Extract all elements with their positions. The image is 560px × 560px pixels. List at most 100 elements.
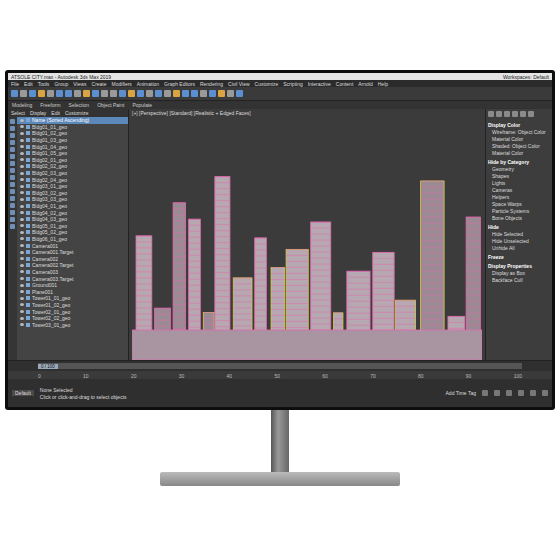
panel-option[interactable]: Shaded: Object Color bbox=[488, 143, 550, 149]
layer-field[interactable]: Default bbox=[12, 390, 34, 396]
object-row[interactable]: Camera001.Target bbox=[17, 249, 128, 256]
tool-icon[interactable] bbox=[65, 90, 72, 97]
object-row[interactable]: Bldg04_02_geo bbox=[17, 209, 128, 216]
object-row[interactable]: Tower02_01_geo bbox=[17, 308, 128, 315]
panel-option[interactable]: Helpers bbox=[488, 194, 550, 200]
visibility-icon[interactable] bbox=[20, 264, 24, 267]
tool-icon[interactable] bbox=[56, 90, 63, 97]
panel-option[interactable]: Cameras bbox=[488, 187, 550, 193]
workspace-label[interactable]: Workspaces: Default bbox=[503, 74, 549, 80]
panel-option[interactable]: Geometry bbox=[488, 166, 550, 172]
playback-icon[interactable] bbox=[506, 390, 512, 396]
filter-icon[interactable] bbox=[10, 147, 15, 152]
tool-icon[interactable] bbox=[83, 90, 90, 97]
playback-icon[interactable] bbox=[494, 390, 500, 396]
viewport-canvas[interactable] bbox=[129, 117, 485, 360]
menu-item[interactable]: Content bbox=[336, 81, 354, 87]
tool-icon[interactable] bbox=[164, 90, 171, 97]
visibility-icon[interactable] bbox=[20, 139, 24, 142]
object-row[interactable]: Tower01_01_geo bbox=[17, 295, 128, 302]
panel-tab-icon[interactable] bbox=[496, 111, 502, 117]
menu-item[interactable]: Edit bbox=[24, 81, 33, 87]
menu-item[interactable]: File bbox=[11, 81, 19, 87]
object-row[interactable]: Tower01_02_geo bbox=[17, 302, 128, 309]
playback-icon[interactable] bbox=[518, 390, 524, 396]
visibility-icon[interactable] bbox=[20, 237, 24, 240]
tool-icon[interactable] bbox=[47, 90, 54, 97]
tool-icon[interactable] bbox=[128, 90, 135, 97]
tool-icon[interactable] bbox=[227, 90, 234, 97]
object-row[interactable]: Bldg05_02_geo bbox=[17, 229, 128, 236]
tool-icon[interactable] bbox=[11, 90, 18, 97]
object-row[interactable]: Bldg04_01_geo bbox=[17, 203, 128, 210]
tool-icon[interactable] bbox=[74, 90, 81, 97]
menu-item[interactable]: Scripting bbox=[283, 81, 302, 87]
tool-icon[interactable] bbox=[110, 90, 117, 97]
ribbon-tab[interactable]: Populate bbox=[132, 102, 152, 108]
menu-item[interactable]: Tools bbox=[38, 81, 50, 87]
panel-option[interactable]: Lights bbox=[488, 180, 550, 186]
visibility-icon[interactable] bbox=[20, 290, 24, 293]
panel-heading[interactable]: Display Properties bbox=[488, 263, 550, 269]
object-row[interactable]: Name (Sorted Ascending) bbox=[17, 117, 128, 124]
visibility-icon[interactable] bbox=[20, 191, 24, 194]
city-model-icon[interactable] bbox=[132, 160, 482, 360]
time-slider[interactable]: 0 / 100 bbox=[38, 364, 58, 369]
playback-icon[interactable] bbox=[482, 390, 488, 396]
panel-option[interactable]: Material Color bbox=[488, 150, 550, 156]
tool-icon[interactable] bbox=[200, 90, 207, 97]
visibility-icon[interactable] bbox=[20, 198, 24, 201]
object-row[interactable]: Bldg03_01_geo bbox=[17, 183, 128, 190]
tool-icon[interactable] bbox=[218, 90, 225, 97]
filter-icon[interactable] bbox=[10, 161, 15, 166]
ribbon-tab[interactable]: Selection bbox=[69, 102, 90, 108]
explorer-menu-item[interactable]: Customize bbox=[65, 110, 89, 116]
menu-item[interactable]: Interactive bbox=[308, 81, 331, 87]
tool-icon[interactable] bbox=[101, 90, 108, 97]
panel-option[interactable]: Wireframe: Object Color bbox=[488, 129, 550, 135]
menu-item[interactable]: Create bbox=[92, 81, 107, 87]
object-row[interactable]: Bldg03_03_geo bbox=[17, 196, 128, 203]
filter-icon[interactable] bbox=[10, 133, 15, 138]
time-slider-track[interactable]: 0 / 100 bbox=[38, 363, 522, 369]
visibility-icon[interactable] bbox=[20, 310, 24, 313]
menu-item[interactable]: Views bbox=[73, 81, 86, 87]
filter-icon[interactable] bbox=[10, 217, 15, 222]
panel-option[interactable]: Backface Cull bbox=[488, 277, 550, 283]
tool-icon[interactable] bbox=[173, 90, 180, 97]
object-row[interactable]: Bldg02_04_geo bbox=[17, 176, 128, 183]
visibility-icon[interactable] bbox=[20, 125, 24, 128]
visibility-icon[interactable] bbox=[20, 165, 24, 168]
object-row[interactable]: Tower03_01_geo bbox=[17, 321, 128, 328]
tool-icon[interactable] bbox=[191, 90, 198, 97]
tool-icon[interactable] bbox=[38, 90, 45, 97]
panel-heading[interactable]: Hide by Category bbox=[488, 159, 550, 165]
object-row[interactable]: Camera002 bbox=[17, 255, 128, 262]
visibility-icon[interactable] bbox=[20, 277, 24, 280]
menu-item[interactable]: Graph Editors bbox=[164, 81, 195, 87]
filter-icon[interactable] bbox=[10, 119, 15, 124]
filter-icon[interactable] bbox=[10, 196, 15, 201]
object-row[interactable]: Plane001 bbox=[17, 288, 128, 295]
tool-icon[interactable] bbox=[146, 90, 153, 97]
visibility-icon[interactable] bbox=[20, 211, 24, 214]
tool-icon[interactable] bbox=[92, 90, 99, 97]
ribbon-tab[interactable]: Modeling bbox=[12, 102, 32, 108]
object-row[interactable]: Camera003 bbox=[17, 269, 128, 276]
tool-icon[interactable] bbox=[20, 90, 27, 97]
menu-item[interactable]: Group bbox=[54, 81, 68, 87]
visibility-icon[interactable] bbox=[20, 284, 24, 287]
visibility-icon[interactable] bbox=[20, 178, 24, 181]
menu-item[interactable]: Animation bbox=[137, 81, 159, 87]
filter-icon[interactable] bbox=[10, 203, 15, 208]
object-row[interactable]: Bldg01_05_geo bbox=[17, 150, 128, 157]
object-row[interactable]: Bldg02_03_geo bbox=[17, 170, 128, 177]
panel-option[interactable]: Display as Box bbox=[488, 270, 550, 276]
object-row[interactable]: Camera002.Target bbox=[17, 262, 128, 269]
panel-heading[interactable]: Display Color bbox=[488, 122, 550, 128]
visibility-icon[interactable] bbox=[20, 303, 24, 306]
object-row[interactable]: Bldg01_01_geo bbox=[17, 124, 128, 131]
panel-option[interactable]: Material Color bbox=[488, 136, 550, 142]
object-row[interactable]: Bldg05_01_geo bbox=[17, 223, 128, 230]
visibility-icon[interactable] bbox=[20, 218, 24, 221]
